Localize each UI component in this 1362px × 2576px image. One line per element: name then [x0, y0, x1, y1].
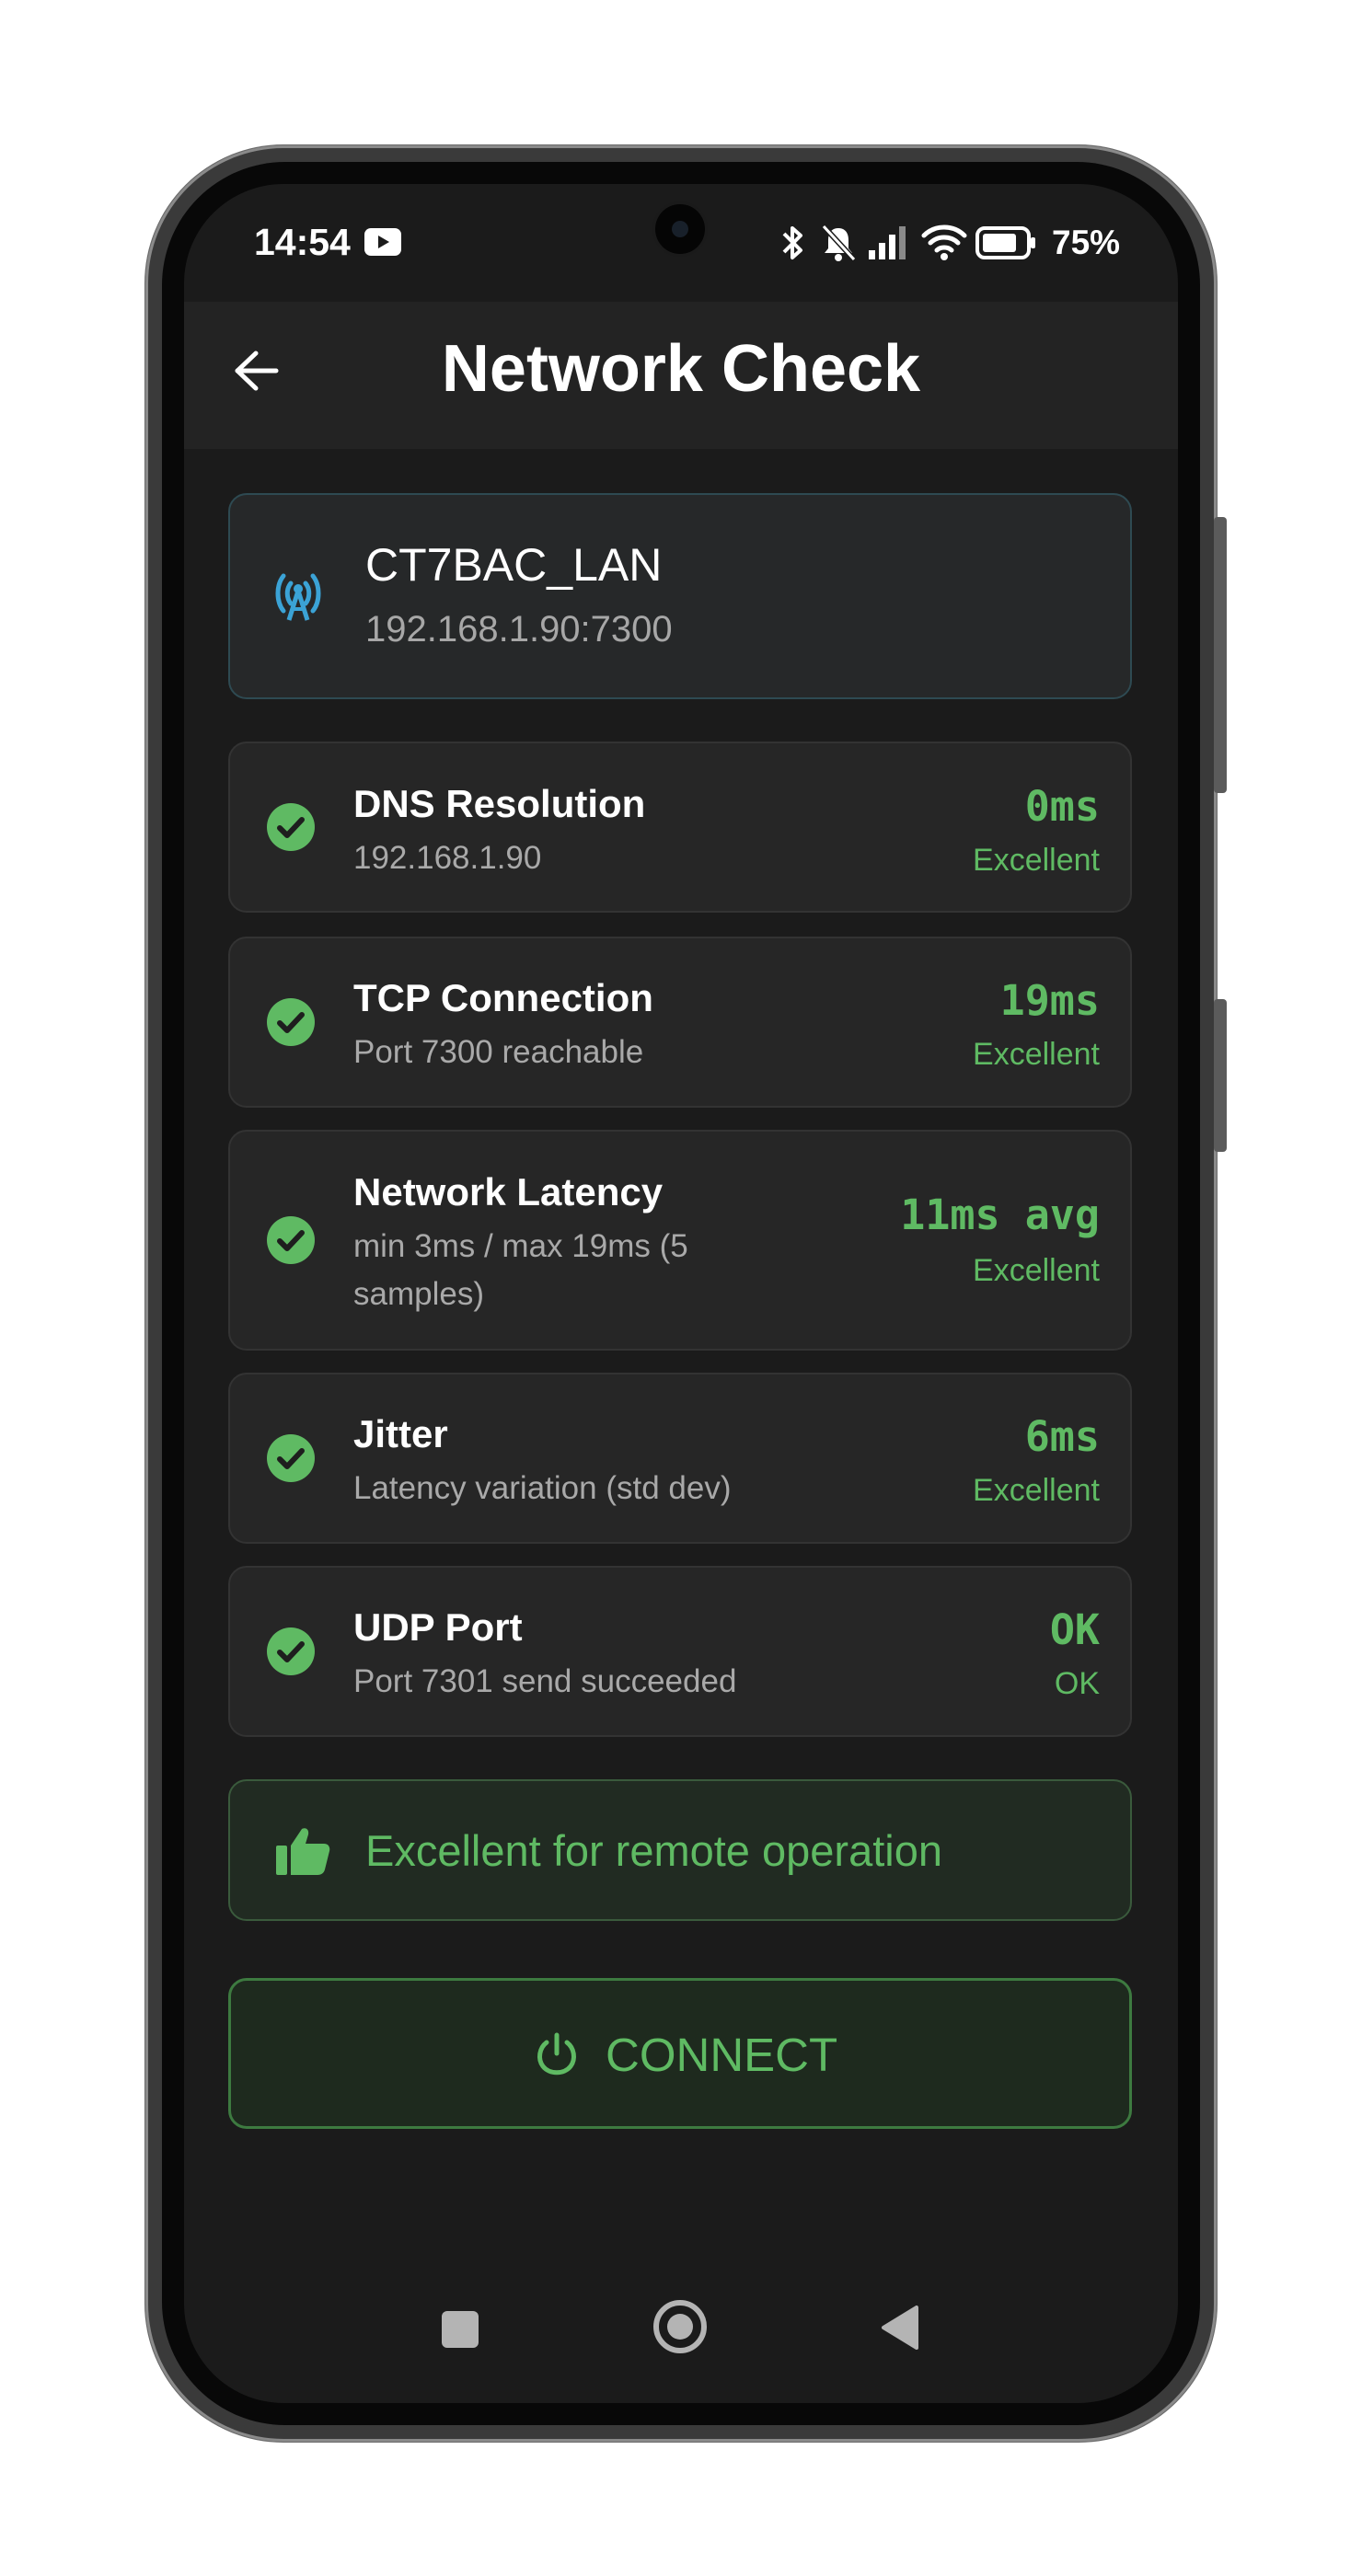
check-circle-icon	[267, 1216, 315, 1264]
check-grade: Excellent	[973, 1037, 1100, 1072]
front-camera	[655, 204, 705, 254]
check-value: 19ms	[999, 976, 1100, 1025]
check-subtitle: Port 7301 send succeeded	[353, 1663, 737, 1699]
power-side-button	[1214, 999, 1227, 1152]
check-circle-icon	[267, 803, 315, 851]
check-grade: Excellent	[973, 843, 1100, 878]
check-grade: Excellent	[973, 1253, 1100, 1288]
back-nav-icon[interactable]	[880, 2304, 920, 2352]
check-grade: OK	[1054, 1666, 1100, 1701]
check-title: DNS Resolution	[353, 782, 646, 825]
bluetooth-icon	[782, 226, 802, 259]
antenna-icon	[275, 573, 321, 621]
connect-button-label[interactable]: CONNECT	[606, 2028, 837, 2082]
bell-off-icon	[821, 224, 857, 262]
check-title: Network Latency	[353, 1170, 664, 1213]
check-title: UDP Port	[353, 1605, 523, 1649]
check-circle-icon	[267, 1627, 315, 1675]
check-title: TCP Connection	[353, 976, 653, 1019]
home-button[interactable]	[653, 2300, 707, 2353]
check-card-jitter	[228, 1373, 1132, 1544]
power-icon	[537, 2032, 576, 2076]
battery-percent: 75%	[1052, 224, 1121, 261]
check-title: Jitter	[353, 1412, 448, 1455]
youtube-icon	[364, 228, 401, 256]
check-value: OK	[1049, 1605, 1100, 1654]
check-subtitle: Latency variation (std dev)	[353, 1470, 732, 1506]
check-subtitle: min 3ms / max 19ms (5	[353, 1228, 688, 1264]
recents-button[interactable]	[442, 2311, 479, 2348]
check-subtitle: samples)	[353, 1276, 484, 1312]
check-card-udp	[228, 1566, 1132, 1737]
check-grade: Excellent	[973, 1473, 1100, 1508]
check-card-dns	[228, 742, 1132, 913]
check-subtitle: 192.168.1.90	[353, 840, 542, 876]
check-value: 6ms	[1024, 1412, 1100, 1461]
network-card	[228, 493, 1132, 699]
network-address: 192.168.1.90:7300	[365, 609, 673, 650]
wifi-icon	[921, 224, 967, 260]
volume-button	[1214, 517, 1227, 793]
check-value: 0ms	[1024, 782, 1100, 831]
check-card-tcp	[228, 937, 1132, 1108]
check-circle-icon	[267, 1434, 315, 1482]
verdict-text: Excellent for remote operation	[365, 1826, 942, 1875]
network-name: CT7BAC_LAN	[365, 539, 663, 591]
page-title: Network Check	[441, 332, 921, 406]
check-subtitle: Port 7300 reachable	[353, 1034, 644, 1070]
status-time: 14:54	[254, 221, 351, 263]
check-circle-icon	[267, 998, 315, 1046]
battery-icon	[975, 226, 1035, 259]
thumbs-up-icon	[276, 1828, 330, 1875]
signal-icon	[869, 226, 906, 259]
check-value: 11ms avg	[900, 1190, 1100, 1239]
